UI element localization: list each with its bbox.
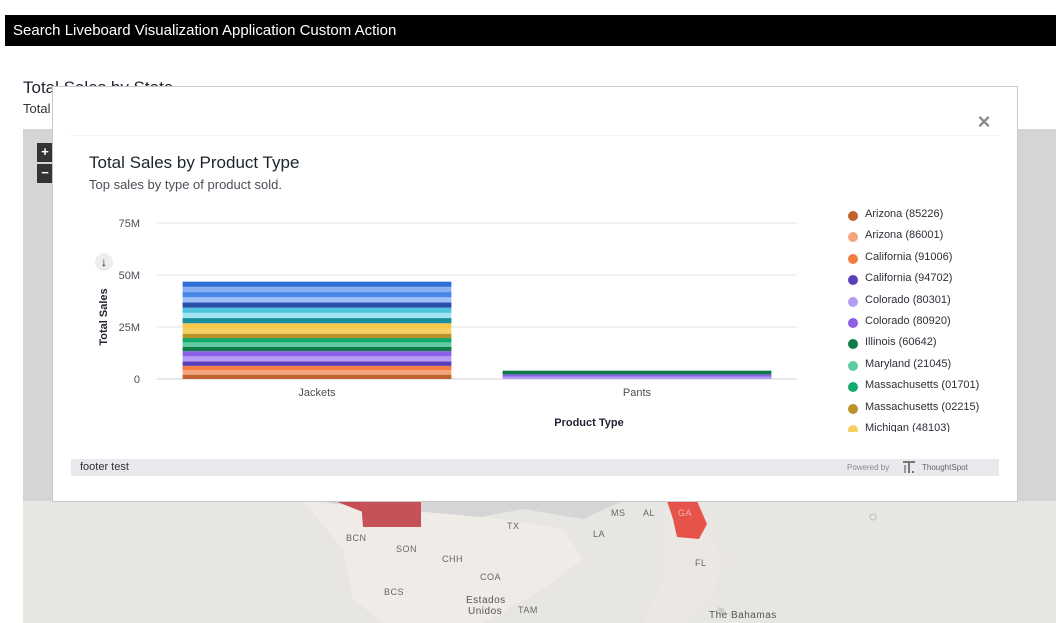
legend-swatch (848, 318, 858, 328)
bar-segment (182, 374, 452, 379)
visualization-modal: × Total Sales by Product Type Top sales … (52, 86, 1018, 502)
zoom-in-button[interactable]: + (37, 143, 53, 162)
footer-text: footer test (80, 461, 129, 473)
x-axis-title: Product Type (554, 417, 623, 429)
thoughtspot-brand: ThoughtSpot (922, 463, 968, 472)
map-label-al: AL (643, 508, 656, 518)
bar-segment (182, 333, 452, 339)
map-label-bcs: BCS (384, 587, 405, 597)
bar-segment (502, 370, 772, 375)
legend-label: Massachusetts (01701) (865, 379, 980, 392)
bar-segment (182, 365, 452, 371)
map-label-chh: CHH (442, 554, 463, 564)
state-new-mexico[interactable] (361, 501, 421, 527)
bar-segment (182, 351, 452, 357)
powered-by-label: Powered by (847, 463, 890, 472)
legend-label: Arizona (86001) (865, 229, 944, 242)
legend-swatch (848, 339, 858, 350)
legend-label: Maryland (21045) (865, 357, 952, 370)
map-label-bahamas: The Bahamas (709, 610, 777, 621)
bar-segment (182, 323, 452, 329)
modal-footer: footer test Powered by ThoughtSpot (71, 459, 999, 476)
map-label-fl: FL (695, 558, 707, 568)
thoughtspot-logo-icon (903, 461, 915, 473)
x-tick-label: Pants (623, 387, 652, 399)
y-tick-label: 0 (134, 374, 140, 386)
legend-swatch (848, 296, 858, 307)
bar-segment (502, 376, 772, 379)
map-label-ms: MS (611, 508, 626, 518)
down-arrow-icon[interactable]: ↓ (95, 253, 113, 271)
map-label-unidos: Unidos (468, 606, 503, 617)
map-label-ga: GA (678, 508, 693, 518)
legend-label: Arizona (85226) (865, 208, 944, 220)
bar-segment (182, 302, 452, 308)
x-tick-label: Jackets (298, 387, 336, 399)
bar-segment (182, 338, 452, 343)
bar-segment (182, 281, 452, 287)
legend-label: Michigan (48103) (865, 422, 950, 432)
map-label-son: SON (396, 544, 418, 554)
map-label-coa: COA (480, 572, 502, 582)
legend-swatch (848, 382, 858, 393)
legend-swatch (848, 425, 858, 432)
legend-label: Colorado (80301) (865, 293, 951, 306)
close-button[interactable]: × (975, 111, 993, 133)
legend-swatch (848, 403, 858, 414)
legend-label: Massachusetts (02215) (865, 400, 980, 413)
bar-segment (182, 342, 452, 347)
legend-label: Colorado (80920) (865, 315, 951, 327)
legend-swatch (848, 275, 858, 286)
bar-segment (182, 370, 452, 375)
bar-segment (182, 292, 452, 298)
bar-segment (182, 286, 452, 293)
legend-swatch (848, 360, 858, 371)
bar-segment (182, 318, 452, 324)
bar-chart: 0 25M 50M 75M Jackets Pants Product Type Total … (98, 218, 797, 429)
y-tick-label: 75M (119, 218, 140, 230)
bar-segment (182, 307, 452, 313)
bar-segment (182, 346, 452, 352)
legend-swatch (848, 232, 858, 243)
app-title: Search Liveboard Visualization Applicati… (13, 22, 397, 39)
app-header: Search Liveboard Visualization Applicati… (5, 15, 1056, 46)
legend-label: California (91006) (865, 250, 953, 263)
y-tick-label: 50M (119, 270, 140, 282)
chart-legend[interactable]: Arizona (85226) Arizona (86001) California… (846, 207, 1006, 432)
legend-label: Illinois (60642) (865, 336, 937, 349)
page-subtitle: Total (23, 101, 51, 116)
map-label-estados: Estados (466, 595, 506, 606)
bar-segment (502, 374, 772, 377)
legend-swatch (848, 211, 858, 221)
bar-segment (182, 312, 452, 319)
map-label-bcn: BCN (346, 533, 367, 543)
bar-segment (182, 361, 452, 366)
map-label-tx: TX (507, 521, 520, 531)
zoom-out-button[interactable]: − (37, 164, 53, 183)
legend-swatch (848, 253, 858, 264)
y-axis-title: Total Sales (98, 288, 110, 345)
bar-segment (182, 356, 452, 362)
bar-segment (182, 328, 452, 334)
map-label-tam: TAM (518, 605, 538, 615)
map-label-la: LA (593, 529, 606, 539)
legend-label: California (94702) (865, 272, 953, 285)
y-tick-label: 25M (119, 322, 140, 334)
bar-segment (182, 297, 452, 303)
